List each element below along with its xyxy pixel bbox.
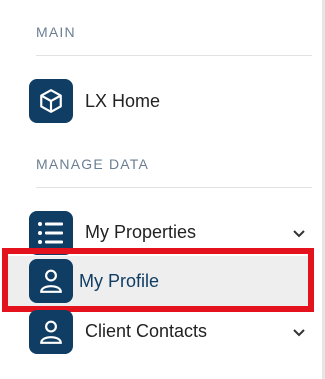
chevron-down-icon[interactable]: [292, 326, 306, 340]
sidebar-item-client-contacts[interactable]: Client Contacts: [0, 309, 322, 355]
highlight-box: [2, 248, 314, 312]
sidebar: MAIN LX Home MANAGE DATA My Properties M…: [0, 0, 325, 379]
section-header-manage-data: MANAGE DATA: [36, 156, 150, 172]
divider: [36, 55, 312, 56]
person-icon: [29, 310, 73, 354]
sidebar-item-label: LX Home: [85, 91, 161, 111]
chevron-down-icon[interactable]: [292, 227, 306, 241]
sidebar-item-lx-home[interactable]: LX Home: [0, 78, 322, 124]
sidebar-item-label: My Properties: [85, 222, 197, 242]
divider: [36, 187, 312, 188]
section-header-main: MAIN: [36, 24, 76, 40]
sidebar-item-label: Client Contacts: [85, 321, 208, 341]
cube-icon: [29, 79, 73, 123]
